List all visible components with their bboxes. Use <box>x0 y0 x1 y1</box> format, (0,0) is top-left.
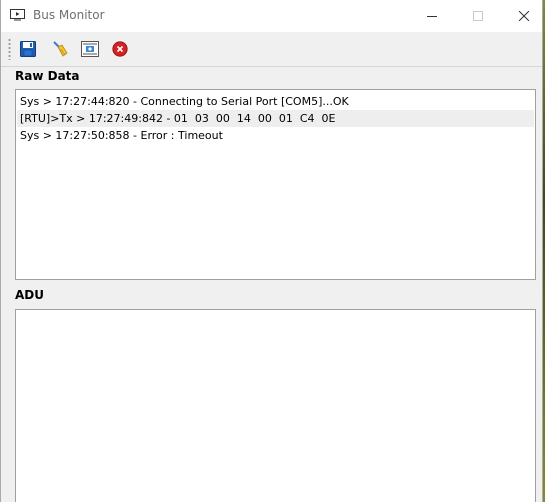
save-button[interactable] <box>17 38 39 60</box>
floppy-disk-icon <box>20 41 36 57</box>
broom-icon <box>53 41 68 57</box>
clear-button[interactable] <box>49 38 71 60</box>
bus-monitor-window: Bus Monitor Raw Data Sys > 17:27:44:820 … <box>0 0 543 502</box>
close-button[interactable] <box>501 0 545 32</box>
log-row[interactable]: Sys > 17:27:44:820 - Connecting to Seria… <box>17 93 534 110</box>
minimize-button[interactable] <box>409 0 455 32</box>
maximize-button[interactable] <box>455 0 501 32</box>
app-monitor-icon <box>10 9 25 21</box>
adu-panel[interactable] <box>15 309 536 502</box>
window-title: Bus Monitor <box>33 8 105 22</box>
log-row[interactable]: [RTU]>Tx > 17:27:49:842 - 01 03 00 14 00… <box>17 110 534 127</box>
close-icon <box>519 11 529 21</box>
raw-data-list[interactable]: Sys > 17:27:44:820 - Connecting to Seria… <box>15 89 536 280</box>
adu-label: ADU <box>15 288 44 302</box>
stop-button[interactable] <box>109 38 131 60</box>
monitor-settings-icon <box>81 41 99 57</box>
raw-data-label: Raw Data <box>15 69 80 83</box>
log-row[interactable]: Sys > 17:27:50:858 - Error : Timeout <box>17 127 534 144</box>
red-close-circle-icon <box>112 41 128 57</box>
minimize-icon <box>427 16 437 17</box>
toolbar-grip[interactable] <box>8 38 11 60</box>
settings-button[interactable] <box>79 38 101 60</box>
maximize-icon <box>473 11 483 21</box>
title-bar[interactable]: Bus Monitor <box>1 0 542 32</box>
toolbar <box>1 32 542 67</box>
